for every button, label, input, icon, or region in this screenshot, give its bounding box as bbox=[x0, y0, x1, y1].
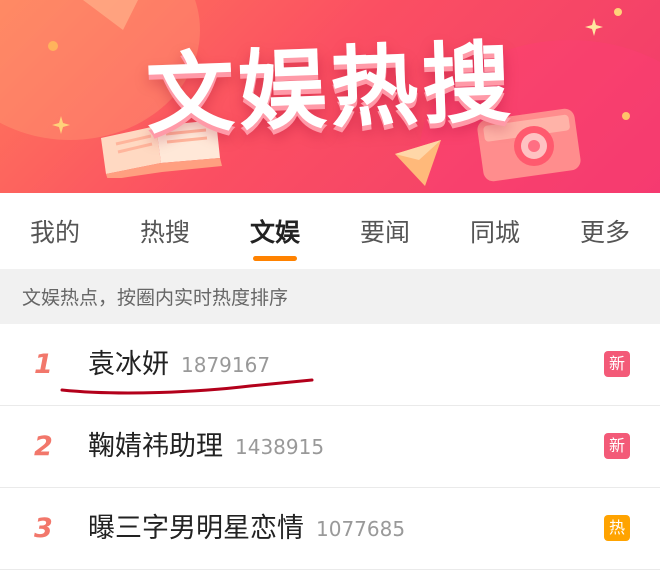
rank-number: 3 bbox=[34, 513, 53, 544]
tab-label: 要闻 bbox=[359, 218, 410, 247]
section-header: 文娱热点，按圈内实时热度排序 bbox=[0, 269, 660, 324]
topic-title-text: 鞠婧祎助理 bbox=[88, 431, 223, 462]
tab-label: 热搜 bbox=[139, 218, 190, 247]
tab-label: 文娱 bbox=[249, 218, 300, 247]
topic-title[interactable]: 袁冰妍 1879167 bbox=[88, 324, 270, 405]
tab-hot-search[interactable]: 热搜 bbox=[110, 193, 220, 269]
list-item[interactable]: 1 袁冰妍 1879167 新 bbox=[0, 324, 660, 406]
tab-label: 同城 bbox=[469, 218, 520, 247]
tab-entertainment[interactable]: 文娱 bbox=[220, 193, 330, 269]
topic-title[interactable]: 曝三字男明星恋情 1077685 bbox=[88, 488, 405, 569]
banner-title: 文娱热搜 bbox=[144, 30, 516, 147]
trending-list: 1 袁冰妍 1879167 新 2 鞠婧祎助理 1438915 新 3 曝三字男明星… bbox=[0, 324, 660, 570]
tab-news[interactable]: 要闻 bbox=[330, 193, 440, 269]
list-item[interactable]: 3 曝三字男明星恋情 1077685 热 bbox=[0, 488, 660, 570]
tab-label: 更多 bbox=[579, 218, 630, 247]
tab-bar: 我的 热搜 文娱 要闻 同城 更多 bbox=[0, 193, 660, 269]
active-tab-indicator bbox=[253, 256, 297, 261]
tab-label: 我的 bbox=[29, 218, 80, 247]
banner: 文娱热搜 bbox=[0, 0, 660, 193]
heat-count: 1879167 bbox=[181, 353, 271, 377]
tab-mine[interactable]: 我的 bbox=[0, 193, 110, 269]
gem-icon bbox=[395, 140, 441, 186]
rank-number: 2 bbox=[34, 431, 53, 462]
new-badge: 新 bbox=[604, 351, 630, 377]
heat-count: 1438915 bbox=[235, 435, 325, 459]
tab-more[interactable]: 更多 bbox=[550, 193, 660, 269]
topic-title-text: 曝三字男明星恋情 bbox=[88, 513, 304, 544]
topic-title[interactable]: 鞠婧祎助理 1438915 bbox=[88, 406, 324, 487]
list-item[interactable]: 2 鞠婧祎助理 1438915 新 bbox=[0, 406, 660, 488]
section-header-text: 文娱热点，按圈内实时热度排序 bbox=[22, 287, 289, 309]
heat-count: 1077685 bbox=[316, 517, 406, 541]
topic-title-text: 袁冰妍 bbox=[88, 349, 169, 380]
hot-badge: 热 bbox=[604, 515, 630, 541]
new-badge: 新 bbox=[604, 433, 630, 459]
rank-number: 1 bbox=[34, 349, 53, 380]
tab-local[interactable]: 同城 bbox=[440, 193, 550, 269]
